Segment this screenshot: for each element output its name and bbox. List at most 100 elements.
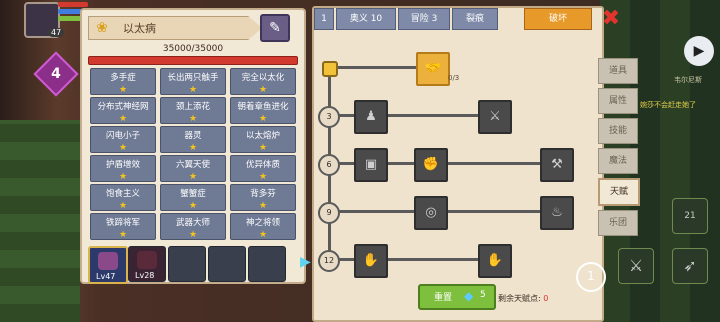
- side-item-talent[interactable]: 天赋: [598, 178, 640, 206]
- pet-level: Lv28: [135, 271, 155, 280]
- talent-node-12a[interactable]: ✋: [354, 244, 388, 278]
- talent-panel: 1 奥义 10 冒险 3 裂痕 破坏 🤝 0/3 3 ♟ ⚔ 6 ▣ ✊ ⚒ 9…: [312, 6, 604, 322]
- skill-cell[interactable]: 多手症 ★: [90, 68, 156, 95]
- play-icon[interactable]: ▶: [684, 36, 714, 66]
- skill-label: 长出两只触手: [167, 73, 219, 83]
- side-item-magic[interactable]: 魔法: [598, 148, 638, 174]
- weapon-slot-sword[interactable]: ⚔: [618, 248, 654, 284]
- remaining-points: 剩余天赋点: 0: [498, 293, 548, 304]
- star-icon: ★: [118, 85, 128, 95]
- star-icon: ★: [258, 230, 268, 240]
- reset-cost: 5: [480, 290, 486, 300]
- close-icon[interactable]: ✖: [600, 8, 622, 30]
- skill-label: 蟹蟹症: [180, 189, 206, 199]
- star-icon: ★: [258, 201, 268, 211]
- skill-cell[interactable]: 铁蹄将军 ★: [90, 213, 156, 240]
- star-icon: ★: [188, 143, 198, 153]
- mutation-title: 以太病: [123, 22, 156, 35]
- skill-cell[interactable]: 护盾增效 ★: [90, 155, 156, 182]
- side-item-skills[interactable]: 技能: [598, 118, 638, 144]
- pet-sprite: [98, 252, 118, 270]
- star-icon: ★: [258, 143, 268, 153]
- talent-node-6c[interactable]: ⚒: [540, 148, 574, 182]
- talent-node-count: 0/3: [448, 74, 460, 82]
- remaining-points-label: 剩余天赋点:: [498, 294, 541, 303]
- talent-node-12b[interactable]: ✋: [478, 244, 512, 278]
- skill-label: 优异体质: [245, 160, 280, 170]
- skill-cell[interactable]: 优异体质 ★: [230, 155, 296, 182]
- ammo-slot[interactable]: 21: [672, 198, 708, 234]
- star-icon: ★: [118, 201, 128, 211]
- reset-talents-button[interactable]: 重置 ◆ 5: [418, 284, 496, 310]
- skill-cell[interactable]: 神之将领 ★: [230, 213, 296, 240]
- player-level: 47: [48, 28, 65, 37]
- zone-badge-number: 4: [51, 66, 61, 82]
- gem-icon: ◆: [464, 289, 474, 303]
- pet-level: Lv47: [96, 272, 116, 281]
- pet-slots: Lv47 Lv28 ▶: [88, 246, 311, 284]
- skill-cell[interactable]: 饱食主义 ★: [90, 184, 156, 211]
- skill-cell[interactable]: 闪电小子 ★: [90, 126, 156, 153]
- talent-node-6a[interactable]: ▣: [354, 148, 388, 182]
- talent-node-3b[interactable]: ⚔: [478, 100, 512, 134]
- tree-branch-0: [328, 66, 428, 69]
- skill-label: 护盾增效: [105, 160, 140, 170]
- star-icon: ★: [118, 172, 128, 182]
- skill-label: 颈上添花: [175, 102, 210, 112]
- skill-label: 铁蹄将军: [105, 218, 140, 228]
- skill-cell[interactable]: 分布式神经网 ★: [90, 97, 156, 124]
- talent-node-3a[interactable]: ♟: [354, 100, 388, 134]
- skill-label: 武器大师: [175, 218, 210, 228]
- star-icon: ★: [258, 114, 268, 124]
- boss-hp-bar: [88, 56, 298, 65]
- skill-label: 神之将领: [245, 218, 280, 228]
- talent-node-9b[interactable]: ♨: [540, 196, 574, 230]
- pet-slot-4[interactable]: [208, 246, 246, 282]
- edit-mutation-button[interactable]: ✎: [260, 14, 290, 42]
- tree-root: [322, 61, 338, 77]
- skill-cell[interactable]: 颈上添花 ★: [160, 97, 226, 124]
- talent-node-9a[interactable]: ◎: [414, 196, 448, 230]
- talent-node-root[interactable]: 🤝: [416, 52, 450, 86]
- side-item-attributes[interactable]: 属性: [598, 88, 638, 114]
- pet-slot-3[interactable]: [168, 246, 206, 282]
- tab-adventure[interactable]: 冒险 3: [398, 8, 450, 30]
- tab-destruction[interactable]: 破坏: [524, 8, 592, 30]
- tab-rift[interactable]: 裂痕: [452, 8, 498, 30]
- mutation-panel: ❀ 以太病 ✎ 35000/35000 多手症 ★ 长出两只触手 ★ 完全以太化 ★ 分布式…: [80, 8, 311, 284]
- crosshair-icon[interactable]: 1: [576, 262, 606, 292]
- star-icon: ★: [258, 172, 268, 182]
- reset-label: 重置: [434, 293, 453, 303]
- side-item-items[interactable]: 道具: [598, 58, 638, 84]
- tier-level-3: 3: [318, 106, 340, 128]
- weapon-slot-bow[interactable]: ➶: [672, 248, 708, 284]
- talent-tabs: 1 奥义 10 冒险 3 裂痕 破坏: [314, 8, 602, 30]
- star-icon: ★: [188, 114, 198, 124]
- star-icon: ★: [188, 201, 198, 211]
- skill-cell[interactable]: 六翼天使 ★: [160, 155, 226, 182]
- pet-slot-2[interactable]: Lv28: [128, 246, 166, 282]
- skill-cell[interactable]: 以太熔炉 ★: [230, 126, 296, 153]
- pet-sprite: [137, 251, 157, 269]
- skill-cell[interactable]: 完全以太化 ★: [230, 68, 296, 95]
- remaining-points-value: 0: [543, 294, 549, 303]
- pet-slot-5[interactable]: [248, 246, 286, 282]
- next-pets-arrow[interactable]: ▶: [300, 254, 311, 270]
- talent-node-6b[interactable]: ✊: [414, 148, 448, 182]
- skill-cell[interactable]: 背多芬 ★: [230, 184, 296, 211]
- skill-label: 分布式神经网: [97, 102, 149, 112]
- skill-label: 背多芬: [250, 189, 276, 199]
- mutation-icon: ❀: [96, 20, 108, 36]
- skill-cell[interactable]: 武器大师 ★: [160, 213, 226, 240]
- skill-cell[interactable]: 朝着章鱼进化 ★: [230, 97, 296, 124]
- tab-arcane[interactable]: 奥义 10: [336, 8, 396, 30]
- skill-label: 闪电小子: [105, 131, 140, 141]
- tab-1[interactable]: 1: [314, 8, 334, 30]
- pet-slot-1[interactable]: Lv47: [88, 246, 128, 284]
- skill-cell[interactable]: 长出两只触手 ★: [160, 68, 226, 95]
- side-item-band[interactable]: 乐团: [598, 210, 638, 236]
- tier-level-9: 9: [318, 202, 340, 224]
- skill-cell[interactable]: 器灵 ★: [160, 126, 226, 153]
- skill-cell[interactable]: 蟹蟹症 ★: [160, 184, 226, 211]
- star-icon: ★: [188, 85, 198, 95]
